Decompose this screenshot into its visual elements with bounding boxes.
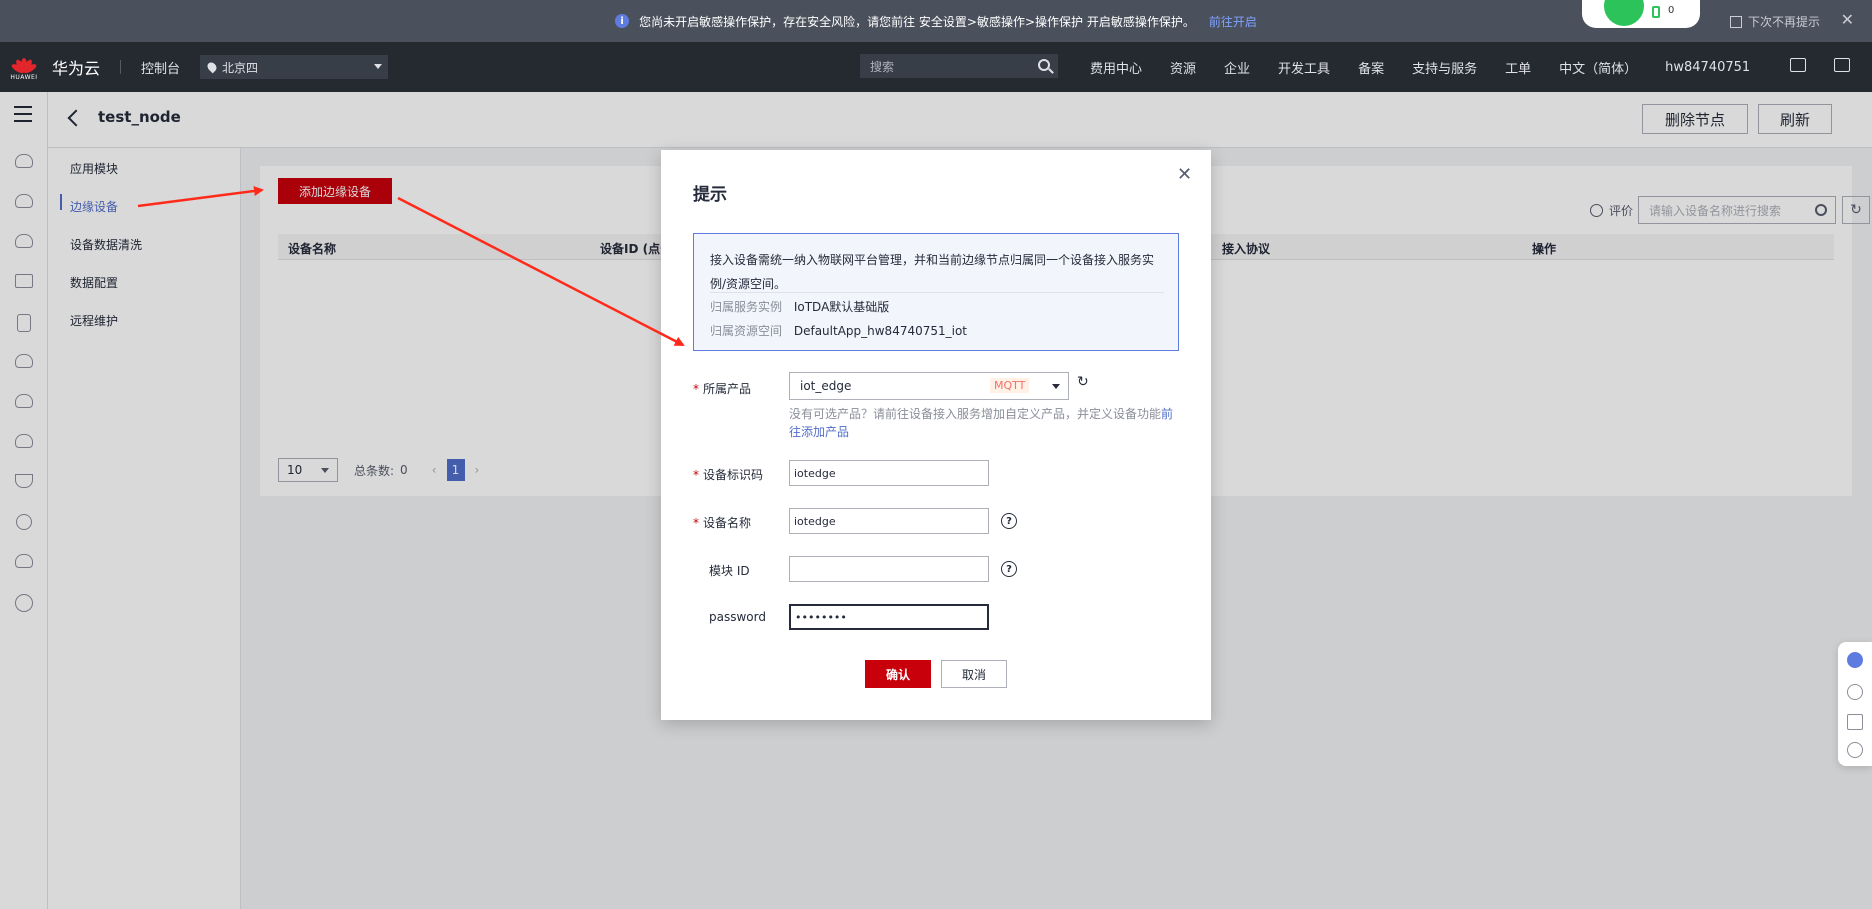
add-device-dialog: 提示 ✕ 接入设备需统一纳入物联网平台管理，并和当前边缘节点归属同一个设备接入服… xyxy=(661,150,1211,720)
huawei-logo[interactable]: HUAWEI xyxy=(0,42,48,92)
password-input[interactable]: •••••••• xyxy=(789,604,989,630)
product-hint: 没有可选产品？请前往设备接入服务增加自定义产品，并定义设备功能前往添加产品 xyxy=(789,407,1174,439)
password-label: password xyxy=(709,610,766,624)
required-mark: * xyxy=(693,516,699,530)
widget-count: 0 xyxy=(1668,5,1675,16)
skip-notice-option[interactable]: 下次不再提示 xyxy=(1729,13,1820,30)
help-icon[interactable]: ? xyxy=(1001,513,1017,529)
battery-icon xyxy=(1652,6,1660,18)
nav-icp[interactable]: 备案 xyxy=(1358,58,1384,77)
nav-dev-tools[interactable]: 开发工具 xyxy=(1278,58,1330,77)
cloud-shell-icon[interactable] xyxy=(1790,58,1806,72)
cancel-button[interactable]: 取消 xyxy=(941,660,1007,688)
global-search-input[interactable]: 搜索 xyxy=(860,54,1058,78)
module-id-input[interactable] xyxy=(789,556,989,582)
location-pin-icon xyxy=(205,60,219,74)
module-id-label: 模块 ID xyxy=(709,564,750,578)
skip-checkbox[interactable] xyxy=(1729,15,1742,28)
resource-space-row: 归属资源空间 DefaultApp_hw84740751_iot xyxy=(710,322,967,339)
nav-tickets[interactable]: 工单 xyxy=(1505,58,1531,77)
product-select[interactable]: iot_edge MQTT xyxy=(789,372,1069,400)
close-icon[interactable]: ✕ xyxy=(1177,164,1192,185)
notice-text: 接入设备需统一纳入物联网平台管理，并和当前边缘节点归属同一个设备接入服务实例/资… xyxy=(710,253,1155,291)
nav-support[interactable]: 支持与服务 xyxy=(1412,58,1477,77)
top-nav: 费用中心 资源 企业 开发工具 备案 支持与服务 工单 中文（简体） hw847… xyxy=(1090,42,1778,92)
logo-text: HUAWEI xyxy=(10,73,38,81)
resource-space-label: 归属资源空间 xyxy=(710,324,783,338)
top-header: HUAWEI 华为云 控制台 北京四 搜索 费用中心 资源 企业 开发工具 备案… xyxy=(0,42,1872,92)
mail-icon[interactable] xyxy=(1834,58,1850,72)
nav-resources[interactable]: 资源 xyxy=(1170,58,1196,77)
search-placeholder: 搜索 xyxy=(870,59,895,74)
protocol-tag: MQTT xyxy=(990,378,1030,393)
notice-enable-link[interactable]: 前往开启 xyxy=(1209,13,1257,30)
wifi-icon xyxy=(1604,0,1644,26)
help-icon[interactable] xyxy=(1847,684,1863,700)
required-mark: * xyxy=(693,382,699,396)
device-id-input[interactable]: iotedge xyxy=(789,460,989,486)
help-icon[interactable]: ? xyxy=(1001,561,1017,577)
service-instance-row: 归属服务实例 IoTDA默认基础版 xyxy=(710,298,889,315)
chevron-down-icon xyxy=(1052,384,1060,393)
product-value: iot_edge xyxy=(800,379,852,393)
network-widget: 0 xyxy=(1582,0,1700,28)
chevron-down-icon xyxy=(374,64,383,73)
service-instance-label: 归属服务实例 xyxy=(710,300,783,314)
region-value: 北京四 xyxy=(222,60,259,75)
notice-divider xyxy=(710,292,1164,293)
smiley-icon[interactable] xyxy=(1847,742,1863,758)
info-icon: i xyxy=(615,14,630,28)
nav-account[interactable]: hw84740751 xyxy=(1665,60,1750,75)
divider xyxy=(120,60,122,74)
product-refresh-icon[interactable]: ↻ xyxy=(1077,374,1089,390)
top-icons xyxy=(1762,58,1850,72)
close-icon[interactable]: ✕ xyxy=(1841,10,1854,29)
console-link[interactable]: 控制台 xyxy=(141,58,180,77)
customer-service-icon[interactable] xyxy=(1847,652,1863,668)
device-id-label: * 设备标识码 xyxy=(693,468,764,482)
device-name-label: * 设备名称 xyxy=(693,516,752,530)
dialog-notice: 接入设备需统一纳入物联网平台管理，并和当前边缘节点归属同一个设备接入服务实例/资… xyxy=(693,233,1179,351)
floating-toolbar xyxy=(1838,642,1872,766)
required-mark: * xyxy=(693,468,699,482)
search-icon[interactable] xyxy=(1038,59,1050,71)
brand-name[interactable]: 华为云 xyxy=(52,55,100,79)
huawei-flower-icon xyxy=(10,54,38,75)
region-selector[interactable]: 北京四 xyxy=(200,55,389,79)
service-instance-value: IoTDA默认基础版 xyxy=(793,300,890,314)
nav-enterprise[interactable]: 企业 xyxy=(1224,58,1250,77)
notice-message: 您尚未开启敏感操作保护，存在安全风险，请您前往 安全设置>敏感操作>操作保护 开… xyxy=(639,14,1195,29)
confirm-button[interactable]: 确认 xyxy=(865,660,931,688)
dialog-title: 提示 xyxy=(693,185,727,205)
nav-language[interactable]: 中文（简体） xyxy=(1559,58,1637,77)
device-name-input[interactable]: iotedge xyxy=(789,508,989,534)
resource-space-value: DefaultApp_hw84740751_iot xyxy=(793,324,968,338)
skip-label: 下次不再提示 xyxy=(1747,15,1820,29)
feedback-icon[interactable] xyxy=(1847,714,1863,730)
product-field-label: * 所属产品 xyxy=(693,382,752,396)
nav-billing[interactable]: 费用中心 xyxy=(1090,58,1142,77)
